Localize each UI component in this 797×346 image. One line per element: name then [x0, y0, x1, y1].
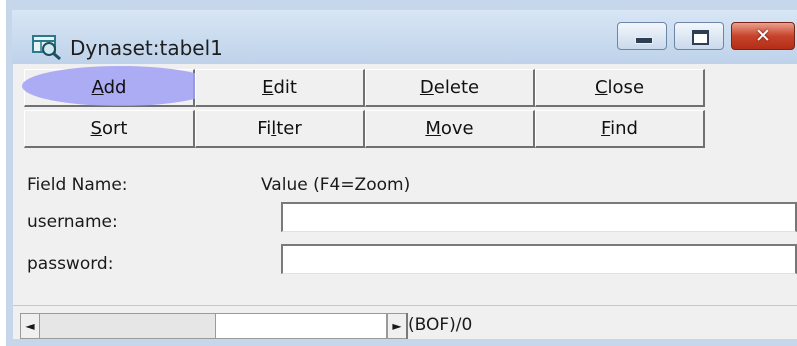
username-field[interactable]: [281, 202, 797, 232]
button-label-rest: dit: [273, 77, 297, 98]
password-label: password:: [27, 254, 114, 274]
minimize-icon: [618, 23, 666, 49]
button-label-rest: lose: [607, 77, 645, 98]
button-mnemonic: A: [91, 77, 104, 98]
field-name-header: Field Name:: [27, 175, 128, 195]
maximize-icon: [675, 23, 723, 49]
close-button[interactable]: Close: [535, 69, 705, 107]
filter-button[interactable]: Filter: [195, 110, 365, 148]
password-field[interactable]: [281, 244, 797, 274]
divider: [13, 305, 797, 306]
button-label-rest: ove: [440, 118, 474, 139]
scroll-track[interactable]: [40, 313, 215, 339]
button-mnemonic: C: [594, 77, 608, 98]
left-arrow-icon: ◄: [25, 319, 35, 333]
window-title: Dynaset:tabel1: [70, 36, 223, 60]
button-label-rest: ort: [101, 118, 128, 139]
dynaset-table-magnifier-icon: [32, 35, 61, 60]
button-label-prefix: Fi: [257, 118, 272, 139]
maximize-button[interactable]: [674, 22, 724, 50]
scroll-right-button[interactable]: ►: [387, 313, 407, 339]
button-label-rest: dd: [103, 77, 127, 98]
button-label-rest: ter: [276, 118, 302, 139]
button-label-rest: elete: [433, 77, 480, 98]
button-mnemonic: D: [419, 77, 434, 98]
move-button[interactable]: Move: [365, 110, 535, 148]
scroll-left-button[interactable]: ◄: [20, 313, 40, 339]
add-button-label-overlay: Add: [24, 69, 195, 107]
button-label-rest: ind: [610, 118, 638, 139]
minimize-button[interactable]: [617, 22, 667, 50]
button-mnemonic: F: [601, 118, 611, 139]
button-mnemonic: E: [262, 77, 274, 98]
username-label: username:: [27, 212, 118, 232]
sort-button[interactable]: Sort: [24, 110, 195, 148]
button-mnemonic: S: [90, 118, 102, 139]
button-mnemonic: M: [425, 118, 441, 139]
find-button[interactable]: Find: [535, 110, 705, 148]
delete-button[interactable]: Delete: [365, 69, 535, 107]
close-icon: ✕: [755, 25, 771, 47]
record-position-status: (BOF)/0: [408, 315, 473, 335]
edit-button[interactable]: Edit: [195, 69, 365, 107]
value-header: Value (F4=Zoom): [261, 175, 411, 195]
close-window-button[interactable]: ✕: [731, 22, 795, 50]
right-arrow-icon: ►: [392, 319, 402, 333]
scroll-thumb[interactable]: [215, 313, 387, 339]
